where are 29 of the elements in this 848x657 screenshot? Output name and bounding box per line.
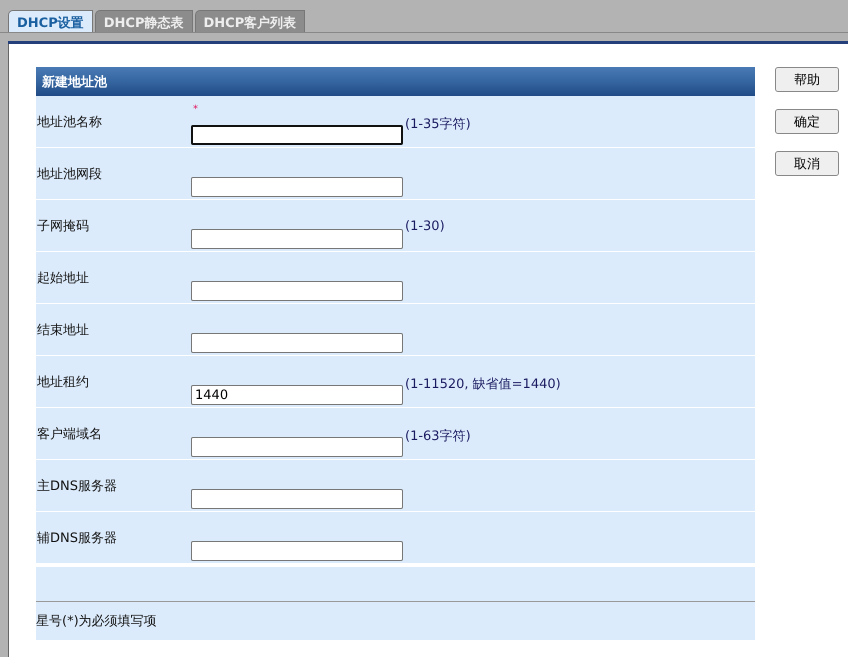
field-hint: (1-35字符)	[405, 117, 471, 132]
field-label: 客户端域名	[37, 427, 102, 442]
input-field[interactable]	[191, 333, 403, 353]
field-hint: (1-11520, 缺省值=1440)	[405, 377, 561, 392]
input-field[interactable]	[191, 177, 403, 197]
field-label: 地址租约	[37, 375, 89, 390]
input-field[interactable]: 1440	[191, 385, 403, 405]
field-label: 地址池网段	[37, 167, 102, 182]
field-label: 子网掩码	[37, 219, 89, 234]
field-label: 结束地址	[37, 323, 89, 338]
input-field[interactable]	[191, 437, 403, 457]
field-label: 地址池名称	[37, 115, 102, 130]
tab[interactable]: DHCP设置	[8, 10, 93, 32]
footnote: 星号(*)为必须填写项	[36, 613, 157, 630]
input-field[interactable]	[191, 281, 403, 301]
form-header: 新建地址池	[36, 67, 755, 96]
action-button[interactable]: 确定	[775, 109, 839, 134]
input-field[interactable]	[191, 229, 403, 249]
input-field[interactable]	[191, 489, 403, 509]
action-button[interactable]: 帮助	[775, 67, 839, 92]
field-hint: (1-63字符)	[405, 429, 471, 444]
field-label: 主DNS服务器	[37, 479, 117, 494]
action-button[interactable]: 取消	[775, 151, 839, 176]
input-field[interactable]	[191, 125, 403, 145]
input-field[interactable]	[191, 541, 403, 561]
required-mark: *	[193, 104, 198, 115]
field-label: 起始地址	[37, 271, 89, 286]
field-hint: (1-30)	[405, 219, 445, 234]
field-label: 辅DNS服务器	[37, 531, 117, 546]
